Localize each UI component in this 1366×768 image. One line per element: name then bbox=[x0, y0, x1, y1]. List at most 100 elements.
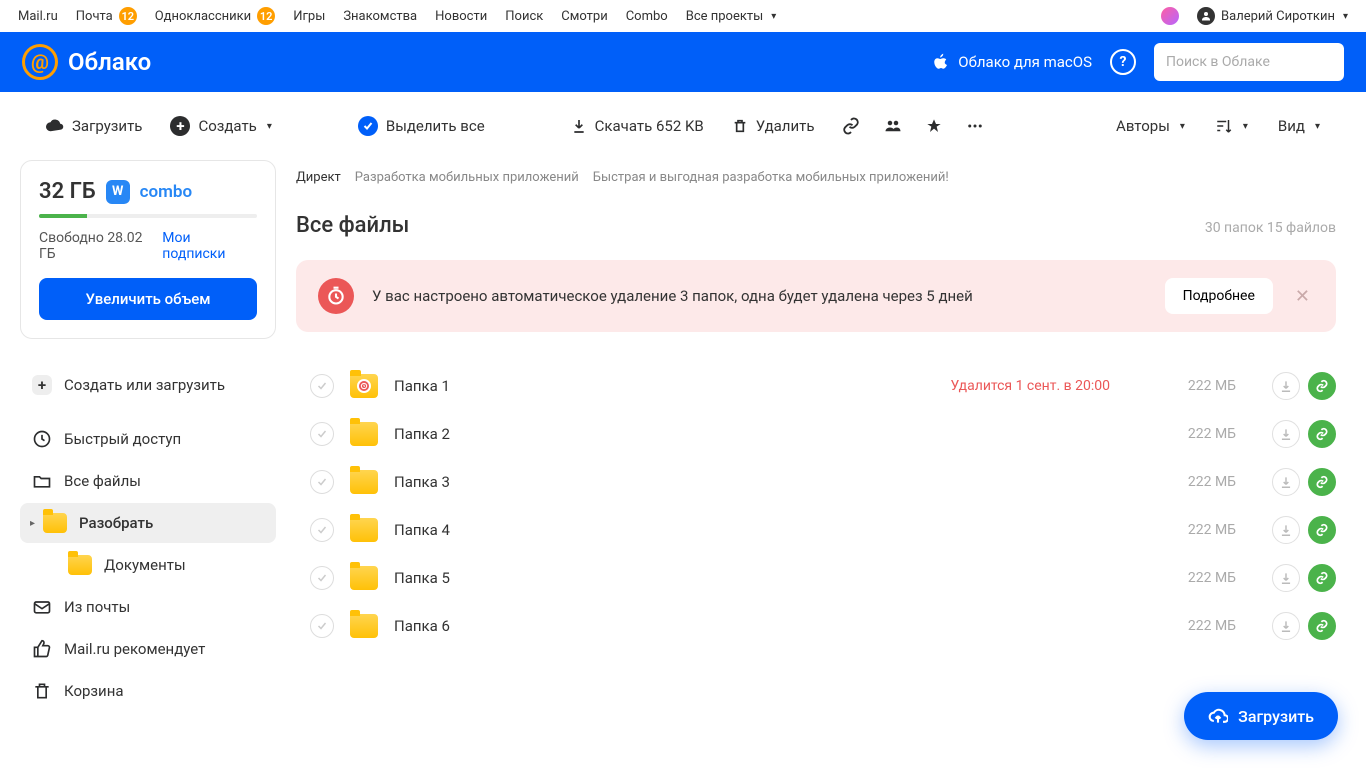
nav-trash[interactable]: Корзина bbox=[20, 671, 276, 711]
topnav-item[interactable]: Игры bbox=[293, 9, 325, 24]
delete-button[interactable]: Удалить bbox=[732, 117, 815, 135]
search-input[interactable] bbox=[1166, 54, 1344, 70]
row-download-button[interactable] bbox=[1272, 468, 1300, 496]
folder-row[interactable]: Папка 6 222 МБ bbox=[296, 602, 1336, 650]
folder-row[interactable]: Папка 5 222 МБ bbox=[296, 554, 1336, 602]
trash-icon bbox=[32, 681, 52, 701]
clock-icon bbox=[32, 429, 52, 449]
sort-button[interactable]: ▾ bbox=[1215, 117, 1248, 135]
folder-row[interactable]: Папка 3 222 МБ bbox=[296, 458, 1336, 506]
items-count: 30 папок 15 файлов bbox=[1205, 220, 1336, 236]
nav-documents[interactable]: Документы bbox=[20, 545, 276, 585]
top-nav: Mail.ru Почта12 Одноклассники12 Игры Знакомс… bbox=[0, 0, 1366, 32]
row-download-button[interactable] bbox=[1272, 564, 1300, 592]
nav-quick-access[interactable]: Быстрый доступ bbox=[20, 419, 276, 459]
page-title: Все файлы bbox=[296, 213, 409, 238]
row-download-button[interactable] bbox=[1272, 420, 1300, 448]
topnav-item[interactable]: Новости bbox=[435, 9, 487, 24]
view-button[interactable]: Вид ▾ bbox=[1278, 117, 1320, 135]
chevron-down-icon: ▾ bbox=[1243, 121, 1248, 132]
user-name: Валерий Сироткин bbox=[1221, 9, 1335, 24]
row-download-button[interactable] bbox=[1272, 516, 1300, 544]
download-icon bbox=[571, 118, 587, 134]
subscriptions-link[interactable]: Мои подписки bbox=[162, 230, 257, 262]
folder-size: 222 МБ bbox=[1156, 522, 1236, 538]
ad-bar[interactable]: Директ Разработка мобильных приложений Б… bbox=[296, 160, 1336, 213]
share-people-icon[interactable] bbox=[884, 117, 902, 135]
nav-recommended[interactable]: Mail.ru рекомендует bbox=[20, 629, 276, 669]
chevron-down-icon: ▾ bbox=[771, 11, 776, 22]
row-link-button[interactable] bbox=[1308, 372, 1336, 400]
link-icon[interactable] bbox=[842, 117, 860, 135]
badge: 12 bbox=[257, 7, 275, 25]
more-icon[interactable] bbox=[966, 117, 984, 135]
upload-icon bbox=[46, 117, 64, 135]
select-all-button[interactable]: Выделить все bbox=[358, 116, 485, 136]
upload-button[interactable]: Загрузить bbox=[46, 117, 142, 135]
row-select[interactable] bbox=[310, 566, 334, 590]
star-icon[interactable] bbox=[926, 118, 942, 134]
row-link-button[interactable] bbox=[1308, 420, 1336, 448]
folder-name: Папка 1 bbox=[394, 377, 934, 395]
row-select[interactable] bbox=[310, 518, 334, 542]
folder-row[interactable]: Папка 2 222 МБ bbox=[296, 410, 1336, 458]
topnav-item[interactable]: Все проекты▾ bbox=[686, 9, 777, 24]
row-link-button[interactable] bbox=[1308, 564, 1336, 592]
row-link-button[interactable] bbox=[1308, 516, 1336, 544]
storage-bar bbox=[39, 214, 257, 218]
check-circle-icon bbox=[358, 116, 378, 136]
row-download-button[interactable] bbox=[1272, 372, 1300, 400]
sidebar-nav: + Создать или загрузить Быстрый доступ В… bbox=[20, 365, 276, 711]
storage-panel: 32 ГБ W combo Свободно 28.02 ГБ Мои подп… bbox=[20, 160, 276, 339]
folder-icon bbox=[350, 374, 378, 398]
nav-create-upload[interactable]: + Создать или загрузить bbox=[20, 365, 276, 405]
plus-icon: + bbox=[170, 116, 190, 136]
topnav-item[interactable]: Почта12 bbox=[76, 7, 137, 25]
chevron-down-icon: ▾ bbox=[267, 121, 272, 132]
plus-icon: + bbox=[32, 375, 52, 395]
storage-size: 32 ГБ bbox=[39, 179, 96, 204]
row-select[interactable] bbox=[310, 614, 334, 638]
search-box[interactable] bbox=[1154, 43, 1344, 81]
row-select[interactable] bbox=[310, 422, 334, 446]
help-button[interactable]: ? bbox=[1110, 49, 1136, 75]
timer-warning-icon bbox=[318, 278, 354, 314]
topnav-item[interactable]: Смотри bbox=[561, 9, 607, 24]
topnav-item[interactable]: Поиск bbox=[505, 9, 543, 24]
topnav-item[interactable]: Mail.ru bbox=[18, 9, 58, 24]
notice-close-button[interactable]: ✕ bbox=[1291, 286, 1314, 307]
row-link-button[interactable] bbox=[1308, 612, 1336, 640]
sort-icon bbox=[1215, 117, 1233, 135]
row-select[interactable] bbox=[310, 470, 334, 494]
nav-sort[interactable]: ▸ Разобрать bbox=[20, 503, 276, 543]
row-link-button[interactable] bbox=[1308, 468, 1336, 496]
nav-all-files[interactable]: Все файлы bbox=[20, 461, 276, 501]
folder-icon bbox=[350, 614, 378, 638]
services-icon[interactable] bbox=[1161, 7, 1179, 25]
notice-more-button[interactable]: Подробнее bbox=[1165, 278, 1273, 314]
macos-app-link[interactable]: Облако для macOS bbox=[932, 53, 1092, 71]
folder-icon bbox=[68, 555, 92, 575]
user-menu[interactable]: Валерий Сироткин ▾ bbox=[1197, 7, 1348, 25]
logo[interactable]: @ Облако bbox=[22, 44, 151, 80]
topnav-item[interactable]: Одноклассники12 bbox=[155, 7, 275, 25]
folder-icon bbox=[350, 470, 378, 494]
folder-size: 222 МБ bbox=[1156, 426, 1236, 442]
row-download-button[interactable] bbox=[1272, 612, 1300, 640]
header: @ Облако Облако для macOS ? bbox=[0, 32, 1366, 92]
file-list: Папка 1 Удалится 1 сент. в 20:00 222 МБ … bbox=[296, 362, 1336, 650]
auto-delete-notice: У вас настроено автоматическое удаление … bbox=[296, 260, 1336, 332]
row-select[interactable] bbox=[310, 374, 334, 398]
folder-row[interactable]: Папка 4 222 МБ bbox=[296, 506, 1336, 554]
floating-upload-button[interactable]: Загрузить bbox=[1184, 692, 1338, 740]
folder-row[interactable]: Папка 1 Удалится 1 сент. в 20:00 222 МБ bbox=[296, 362, 1336, 410]
create-button[interactable]: + Создать ▾ bbox=[170, 116, 271, 136]
authors-filter[interactable]: Авторы ▾ bbox=[1116, 117, 1185, 135]
folder-name: Папка 6 bbox=[394, 617, 1140, 635]
nav-from-mail[interactable]: Из почты bbox=[20, 587, 276, 627]
topnav-item[interactable]: Знакомства bbox=[343, 9, 417, 24]
download-button[interactable]: Скачать 652 KB bbox=[571, 117, 704, 135]
topnav-item[interactable]: Combo bbox=[626, 9, 668, 24]
upgrade-button[interactable]: Увеличить объем bbox=[39, 278, 257, 320]
delete-date: Удалится 1 сент. в 20:00 bbox=[950, 378, 1110, 394]
